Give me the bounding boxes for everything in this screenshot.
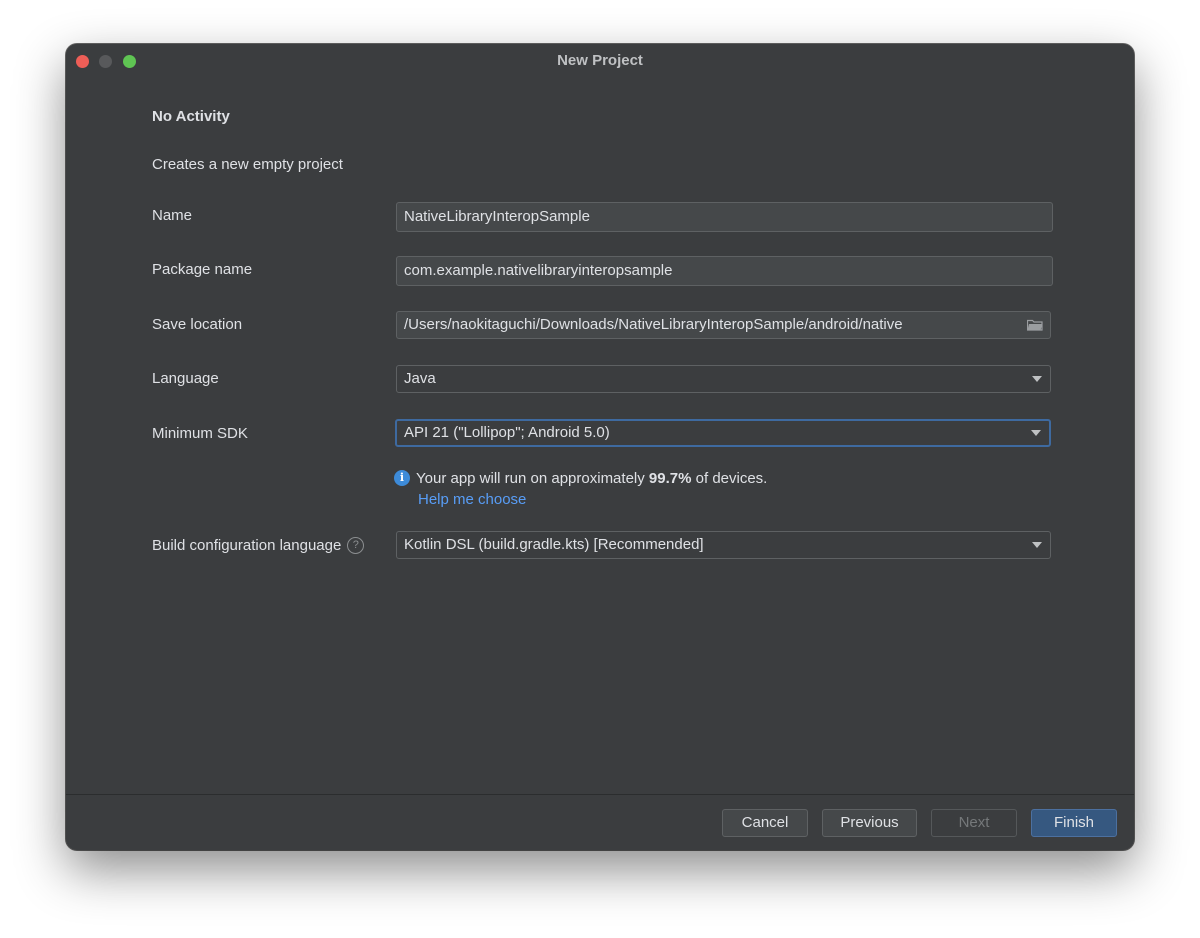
coverage-suffix: of devices. xyxy=(691,470,768,487)
save-location-label: Save location xyxy=(152,316,243,333)
coverage-prefix: Your app will run on approximately xyxy=(416,470,649,487)
build-config-value: Kotlin DSL (build.gradle.kts) [Recommend… xyxy=(404,536,704,553)
build-config-label-row: Build configuration language? xyxy=(152,532,365,560)
minimum-sdk-select[interactable]: API 21 ("Lollipop"; Android 5.0) xyxy=(395,419,1051,447)
save-location-field[interactable]: /Users/naokitaguchi/Downloads/NativeLibr… xyxy=(396,311,1051,339)
cancel-button[interactable]: Cancel xyxy=(722,809,808,837)
chevron-down-icon xyxy=(1032,542,1042,548)
chevron-down-icon xyxy=(1031,430,1041,436)
help-me-choose-link[interactable]: Help me choose xyxy=(418,490,526,510)
package-name-field[interactable] xyxy=(396,256,1053,286)
build-config-select[interactable]: Kotlin DSL (build.gradle.kts) [Recommend… xyxy=(396,531,1051,559)
build-config-label: Build configuration language xyxy=(152,537,342,554)
folder-icon[interactable] xyxy=(1027,319,1043,331)
title-bar: New Project xyxy=(66,44,1134,78)
minimum-sdk-value: API 21 ("Lollipop"; Android 5.0) xyxy=(404,424,610,441)
save-location-value: /Users/naokitaguchi/Downloads/NativeLibr… xyxy=(404,316,903,333)
finish-button[interactable]: Finish xyxy=(1031,809,1117,837)
package-name-label: Package name xyxy=(152,261,253,278)
template-heading: No Activity xyxy=(152,108,230,125)
info-icon: i xyxy=(394,470,410,486)
next-button[interactable]: Next xyxy=(931,809,1017,837)
footer-divider xyxy=(66,794,1134,795)
help-icon[interactable]: ? xyxy=(347,536,365,554)
language-select[interactable]: Java xyxy=(396,365,1051,393)
name-label: Name xyxy=(152,207,193,224)
template-description: Creates a new empty project xyxy=(152,156,343,173)
minimum-sdk-label: Minimum SDK xyxy=(152,425,248,442)
language-value: Java xyxy=(404,370,436,387)
previous-button[interactable]: Previous xyxy=(822,809,917,837)
window-title: New Project xyxy=(557,52,643,69)
language-label: Language xyxy=(152,370,219,387)
new-project-dialog: New Project No Activity Creates a new em… xyxy=(66,44,1134,850)
chevron-down-icon xyxy=(1032,376,1042,382)
name-field[interactable] xyxy=(396,202,1053,232)
coverage-percent: 99.7% xyxy=(648,470,692,487)
